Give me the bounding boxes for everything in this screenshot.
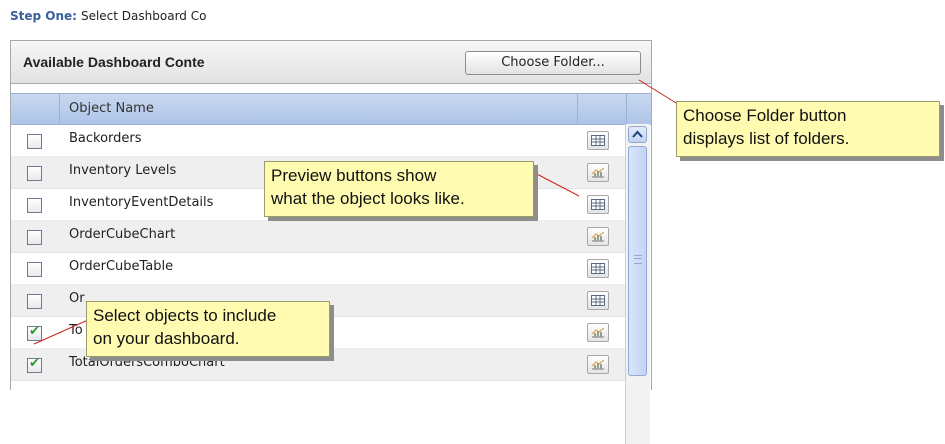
choose-folder-callout: Choose Folder button displays list of fo… — [676, 101, 940, 157]
callout-line: displays list of folders. — [683, 129, 850, 148]
callout-line: Preview buttons show — [271, 166, 437, 185]
preview-leader-line — [532, 171, 580, 197]
select-objects-callout: Select objects to include on your dashbo… — [86, 301, 330, 357]
callout-line: Select objects to include — [93, 306, 277, 325]
callout-line: on your dashboard. — [93, 329, 240, 348]
preview-callout: Preview buttons show what the object loo… — [264, 161, 534, 217]
callout-line: what the object looks like. — [271, 189, 465, 208]
folder-leader-line — [638, 79, 682, 107]
callout-line: Choose Folder button — [683, 106, 847, 125]
select-leader-line — [33, 319, 89, 345]
